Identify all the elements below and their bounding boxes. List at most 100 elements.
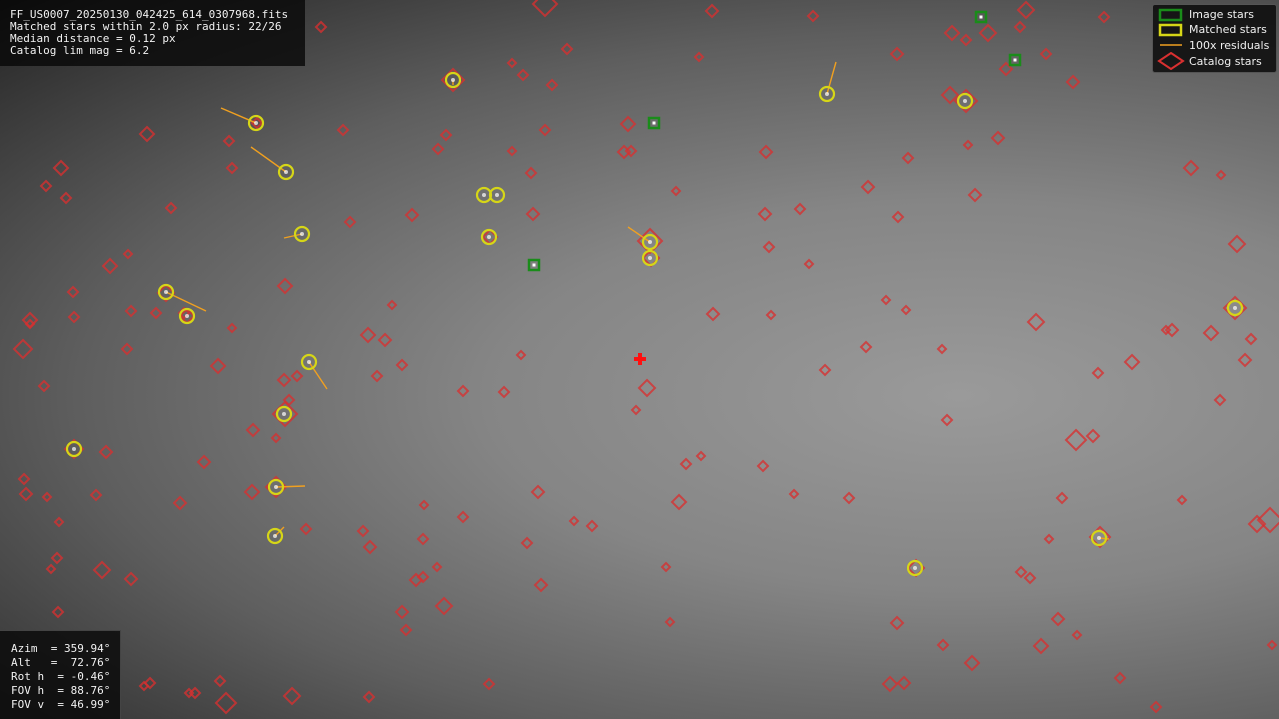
- matched-star-core: [307, 360, 311, 364]
- catalog-star-marker: [757, 206, 773, 222]
- catalog-star-marker: [900, 304, 912, 316]
- catalog-star-marker: [276, 277, 294, 295]
- catalog-star-marker: [188, 686, 202, 700]
- catalog-star-marker: [1149, 700, 1163, 714]
- catalog-star-marker: [670, 493, 688, 511]
- catalog-star-marker: [377, 332, 393, 348]
- info-panel: FF_US0007_20250130_042425_614_0307968.fi…: [0, 0, 305, 66]
- catalog-star-marker: [299, 522, 313, 536]
- catalog-star-marker: [1071, 629, 1083, 641]
- catalog-star-marker: [619, 115, 637, 133]
- catalog-star-marker: [356, 524, 370, 538]
- catalog-star-marker: [806, 9, 820, 23]
- matched-star-core: [254, 121, 258, 125]
- image-star-core: [1013, 58, 1017, 62]
- catalog-star-marker: [226, 322, 238, 334]
- legend-matched-stars: Matched stars: [1189, 23, 1267, 36]
- catalog-stars-legend-icon: [1157, 52, 1185, 70]
- legend-image-stars: Image stars: [1189, 8, 1254, 21]
- catalog-star-marker: [530, 484, 546, 500]
- catalog-star-marker: [59, 191, 73, 205]
- catalog-star-marker: [793, 202, 807, 216]
- catalog-star-marker: [1014, 565, 1028, 579]
- catalog-star-marker: [1097, 10, 1111, 24]
- catalog-star-marker: [52, 159, 70, 177]
- catalog-star-marker: [531, 0, 559, 18]
- residual-line: [283, 233, 303, 239]
- catalog-star-marker: [1064, 428, 1088, 452]
- catalog-star-marker: [630, 404, 642, 416]
- catalog-star-marker: [1266, 639, 1278, 651]
- catalog-star-marker: [940, 413, 954, 427]
- catalog-star-marker: [516, 68, 530, 82]
- catalog-star-marker: [936, 638, 950, 652]
- catalog-star-marker: [101, 257, 119, 275]
- catalog-star-marker: [1164, 322, 1180, 338]
- catalog-star-marker: [164, 201, 178, 215]
- catalog-star-marker: [1065, 74, 1081, 90]
- catalog-star-marker: [880, 294, 892, 306]
- residual-line: [275, 485, 306, 488]
- catalog-star-marker: [41, 491, 53, 503]
- residuals-legend-icon: [1160, 44, 1182, 46]
- catalog-star-marker: [1026, 312, 1046, 332]
- catalog-star-marker: [1202, 324, 1220, 342]
- catalog-star-marker: [18, 486, 34, 502]
- catalog-star-marker: [1113, 671, 1127, 685]
- catalog-star-marker: [120, 342, 134, 356]
- catalog-star-marker: [37, 379, 51, 393]
- catalog-star-marker: [803, 258, 815, 270]
- image-star-core: [979, 15, 983, 19]
- catalog-star-marker: [394, 604, 410, 620]
- catalog-star-marker: [545, 78, 559, 92]
- catalog-star-marker: [1123, 353, 1141, 371]
- catalog-star-marker: [1237, 352, 1253, 368]
- catalog-star-marker: [67, 310, 81, 324]
- catalog-star-marker: [860, 179, 876, 195]
- catalog-star-marker: [515, 349, 527, 361]
- azimuth-text: Azim = 359.94°: [11, 642, 111, 655]
- catalog-star-marker: [196, 454, 212, 470]
- catalog-star-marker: [416, 532, 430, 546]
- catalog-star-marker: [138, 125, 156, 143]
- catalog-star-marker: [1176, 494, 1188, 506]
- catalog-star-marker: [270, 432, 282, 444]
- catalog-star-marker: [497, 385, 511, 399]
- catalog-limmag-text: Catalog lim mag = 6.2: [10, 44, 150, 57]
- catalog-star-marker: [225, 161, 239, 175]
- catalog-star-marker: [418, 499, 430, 511]
- catalog-star-marker: [404, 207, 420, 223]
- legend-catalog-stars: Catalog stars: [1189, 55, 1262, 68]
- catalog-star-marker: [89, 488, 103, 502]
- catalog-star-marker: [762, 240, 776, 254]
- catalog-star-marker: [213, 674, 227, 688]
- catalog-star-marker: [482, 677, 496, 691]
- catalog-star-marker: [149, 306, 163, 320]
- catalog-star-marker: [359, 326, 377, 344]
- matched-star-core: [274, 485, 278, 489]
- catalog-star-marker: [431, 561, 443, 573]
- catalog-star-marker: [53, 516, 65, 528]
- catalog-star-marker: [1043, 533, 1055, 545]
- catalog-star-marker: [172, 495, 188, 511]
- catalog-star-marker: [705, 306, 721, 322]
- catalog-star-marker: [889, 46, 905, 62]
- catalog-star-marker: [1039, 47, 1053, 61]
- catalog-star-marker: [290, 369, 304, 383]
- matched-star-core: [273, 534, 277, 538]
- altitude-text: Alt = 72.76°: [11, 656, 111, 669]
- catalog-star-marker: [431, 142, 445, 156]
- catalog-star-marker: [568, 515, 580, 527]
- catalog-star-marker: [936, 343, 948, 355]
- catalog-star-marker: [209, 357, 227, 375]
- catalog-star-marker: [434, 596, 454, 616]
- catalog-star-marker: [370, 369, 384, 383]
- catalog-star-marker: [123, 571, 139, 587]
- image-stars-layer: [527, 10, 1022, 272]
- catalog-star-marker: [1032, 637, 1050, 655]
- catalog-star-marker: [1182, 159, 1200, 177]
- catalog-star-marker: [896, 675, 912, 691]
- catalog-star-marker: [1085, 428, 1101, 444]
- catalog-star-marker: [695, 450, 707, 462]
- catalog-star-marker: [538, 123, 552, 137]
